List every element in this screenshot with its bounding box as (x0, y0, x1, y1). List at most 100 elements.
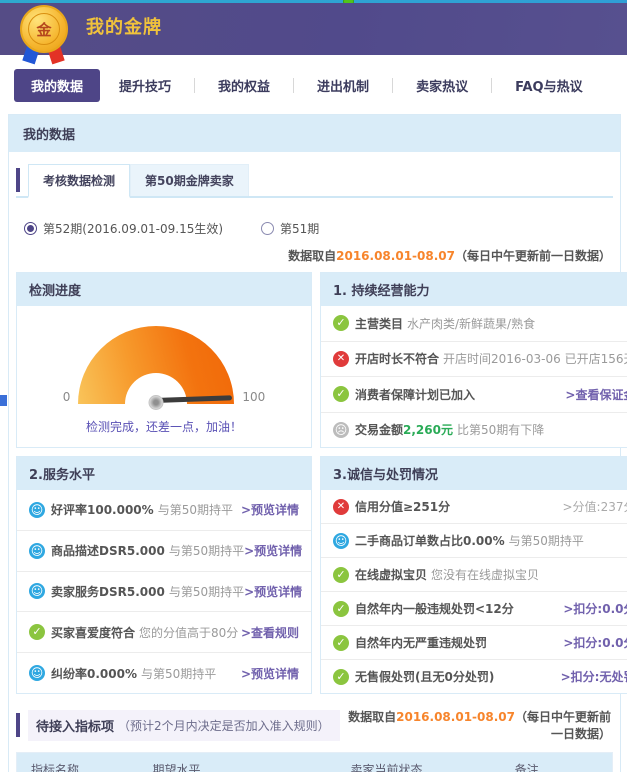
panel-service-level: 2.服务水平 好评率100.000% 与第50期持平 >预览详情 商品描述DSR… (16, 456, 312, 694)
source-suffix: （每日中午更新前一日数据） (455, 249, 611, 263)
pending-metrics-table: 指标名称 期望水平 卖家当前状态 备注 24 发货速度 平均发货时长≤24小时 … (16, 752, 613, 772)
status-check-icon (333, 567, 349, 583)
source-date: 2016.08.01-08.07 (396, 710, 515, 724)
status-cross-icon (333, 351, 349, 367)
col-header-metric-name: 指标名称 (17, 753, 147, 772)
score-note: >分值:237分 (562, 498, 627, 515)
metric-desc: 水产肉类/新鲜蔬果/熟食 (407, 315, 535, 332)
metric-row: 卖家服务DSR5.000 与第50期持平 >预览详情 (17, 572, 311, 613)
status-cross-icon (333, 499, 349, 515)
metric-desc: 开店时间2016-03-06 已开店156天 (443, 350, 627, 367)
tab-entry-exit-rules[interactable]: 进出机制 (300, 69, 386, 102)
tab-divider (491, 78, 492, 93)
metric-name: 在线虚拟宝贝 (355, 566, 427, 583)
tab-divider (293, 78, 294, 93)
deduction-link[interactable]: >扣分:0.0分 (563, 600, 627, 617)
progress-gauge: 0 100 检测完成，还差一点，加油！ (17, 306, 311, 447)
tab-faq[interactable]: FAQ与热议 (498, 69, 600, 102)
metric-name: 商品描述DSR5.000 (51, 542, 165, 559)
metric-name: 消费者保障计划已加入 (355, 386, 475, 403)
tab-seller-discussion[interactable]: 卖家热议 (399, 69, 485, 102)
radio-label: 第52期(2016.09.01-09.15生效) (43, 220, 223, 237)
view-rules-link[interactable]: >查看规则 (241, 624, 299, 641)
pending-metrics-section: 待接入指标项 （预计2个月内决定是否加入准入规则） 数据取自2016.08.01… (16, 708, 613, 772)
section-marker (16, 168, 20, 192)
metric-name: 开店时长不符合 (355, 350, 439, 367)
metric-desc: 您的分值高于80分 (139, 624, 238, 641)
metric-name: 卖家服务DSR5.000 (51, 583, 165, 600)
preview-detail-link[interactable]: >预览详情 (241, 665, 299, 682)
status-check-icon (333, 315, 349, 331)
source-prefix: 数据取自 (288, 249, 336, 263)
metric-row: 商品描述DSR5.000 与第50期持平 >预览详情 (17, 531, 311, 572)
preview-detail-link[interactable]: >预览详情 (244, 542, 302, 559)
radio-period-51[interactable]: 第51期 (261, 220, 319, 237)
tab-divider (392, 78, 393, 93)
metric-desc: 与第50期持平 (141, 665, 216, 682)
radio-icon (261, 222, 274, 235)
tab-my-benefits[interactable]: 我的权益 (201, 69, 287, 102)
source-prefix: 数据取自 (348, 710, 396, 724)
radio-icon (24, 222, 37, 235)
metric-desc: 比第50期有下降 (457, 421, 544, 438)
metric-row: 二手商品订单数占比0.00% 与第50期持平 (321, 524, 627, 558)
status-check-icon (333, 635, 349, 651)
metric-name: 主营类目 (355, 315, 403, 332)
preview-detail-link[interactable]: >预览详情 (241, 501, 299, 518)
tab-my-data[interactable]: 我的数据 (14, 69, 100, 102)
my-data-panel-title: 我的数据 (9, 115, 620, 152)
preview-detail-link[interactable]: >预览详情 (244, 583, 302, 600)
status-smile-icon (333, 533, 349, 549)
radio-period-52[interactable]: 第52期(2016.09.01-09.15生效) (24, 220, 223, 237)
col-header-current-status: 卖家当前状态 (332, 753, 442, 772)
deduction-link[interactable]: >扣分:无处罚 (561, 668, 627, 685)
subtab-assessment-check[interactable]: 考核数据检测 (28, 164, 130, 198)
panel-title: 3.诚信与处罚情况 (321, 457, 627, 490)
tab-improve-skills[interactable]: 提升技巧 (102, 69, 188, 102)
pending-title: 待接入指标项 (36, 716, 114, 735)
panel-title: 2.服务水平 (17, 457, 311, 490)
view-deposit-link[interactable]: >查看保证金 (565, 386, 627, 403)
status-neutral-icon (333, 422, 349, 438)
metric-row: 纠纷率0.000% 与第50期持平 >预览详情 (17, 653, 311, 693)
transaction-amount: 2,260元 (403, 421, 453, 438)
progress-panel: 检测进度 0 100 检测完成， (16, 272, 312, 448)
col-header-expected-level: 期望水平 (147, 753, 332, 772)
metric-name: 信用分值≥251分 (355, 498, 450, 515)
metric-row: 主营类目 水产肉类/新鲜蔬果/熟食 (321, 306, 627, 342)
source-suffix: （每日中午更新前一日数据） (515, 710, 611, 741)
panel-integrity-penalty: 3.诚信与处罚情况 信用分值≥251分 >分值:237分 二手商品订单数占比0.… (320, 456, 627, 694)
period-radio-group: 第52期(2016.09.01-09.15生效) 第51期 (16, 212, 613, 241)
metric-name: 交易金额 (355, 421, 403, 438)
status-check-icon (333, 386, 349, 402)
metric-row: 开店时长不符合 开店时间2016-03-06 已开店156天 (321, 342, 627, 378)
metric-row: 无售假处罚(且无0分处罚) >扣分:无处罚 (321, 660, 627, 693)
gauge-min-label: 0 (63, 390, 71, 404)
metric-desc: 与第50期持平 (158, 501, 233, 518)
gold-medal-icon: 金 (16, 5, 72, 67)
gauge-caption: 检测完成，还差一点，加油！ (17, 418, 311, 435)
panel-continuous-operation: 1. 持续经营能力 主营类目 水产肉类/新鲜蔬果/熟食 开店时长不符合 开店时间… (320, 272, 627, 448)
main-tab-bar: 我的数据 提升技巧 我的权益 进出机制 卖家热议 FAQ与热议 (0, 55, 627, 112)
metric-row: 在线虚拟宝贝 您没有在线虚拟宝贝 (321, 558, 627, 592)
metric-row: 好评率100.000% 与第50期持平 >预览详情 (17, 490, 311, 531)
metric-name: 自然年内一般违规处罚<12分 (355, 600, 514, 617)
subtab-period50-gold-seller[interactable]: 第50期金牌卖家 (130, 164, 249, 196)
deduction-link[interactable]: >扣分:0.0分 (563, 634, 627, 651)
page-banner: 金 我的金牌 (0, 3, 627, 55)
radio-label: 第51期 (280, 220, 319, 237)
status-smile-icon (29, 543, 45, 559)
metric-name: 二手商品订单数占比0.00% (355, 532, 505, 549)
status-check-icon (29, 624, 45, 640)
metric-desc: 与第50期持平 (509, 532, 584, 549)
metric-row: 自然年内一般违规处罚<12分 >扣分:0.0分 (321, 592, 627, 626)
metric-row: 买家喜爱度符合 您的分值高于80分 >查看规则 (17, 612, 311, 653)
data-source-note: 数据取自2016.08.01-08.07（每日中午更新前一日数据） (16, 241, 613, 272)
medal-character: 金 (28, 13, 60, 45)
pending-title-box: 待接入指标项 （预计2个月内决定是否加入准入规则） (28, 710, 340, 741)
metric-desc: 与第50期持平 (169, 583, 244, 600)
data-source-note: 数据取自2016.08.01-08.07（每日中午更新前一日数据） (340, 708, 613, 742)
source-date: 2016.08.01-08.07 (336, 249, 455, 263)
sub-tab-bar: 考核数据检测 第50期金牌卖家 (16, 164, 613, 198)
metric-row: 自然年内无严重违规处罚 >扣分:0.0分 (321, 626, 627, 660)
